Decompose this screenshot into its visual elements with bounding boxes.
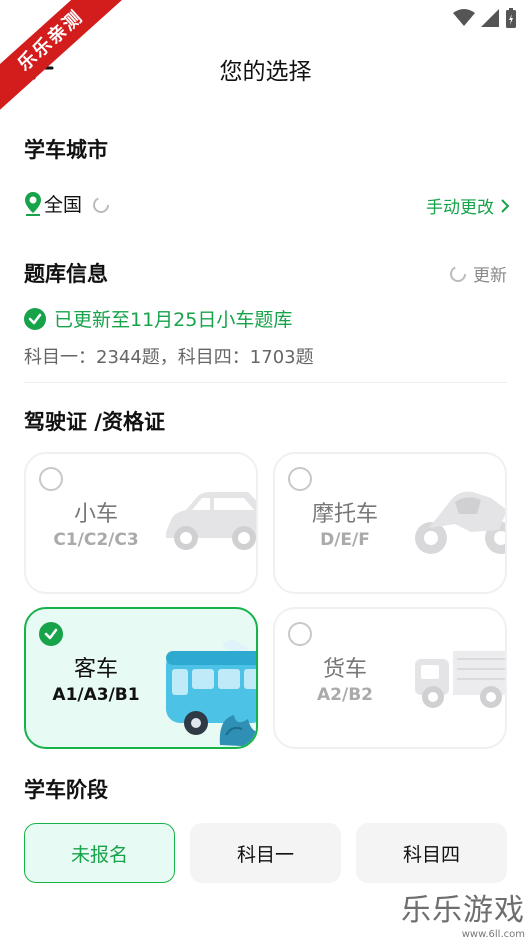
- signal-icon: [481, 9, 499, 27]
- stage-section-title: 学车阶段: [24, 778, 108, 802]
- license-card-car[interactable]: 小车 C1/C2/C3: [24, 452, 258, 594]
- update-label: 更新: [473, 266, 507, 286]
- license-card-bus[interactable]: 客车 A1/A3/B1: [24, 607, 258, 749]
- wifi-icon: [453, 9, 475, 26]
- license-name: 摩托车: [311, 502, 378, 527]
- city-row: 全国 手动更改: [24, 190, 514, 220]
- city-section-title: 学车城市: [24, 138, 108, 162]
- page-title: 您的选择: [219, 59, 312, 85]
- license-section-title: 驾驶证 /资格证: [24, 410, 165, 434]
- refresh-icon[interactable]: [92, 196, 110, 214]
- location-pin-icon: [25, 191, 41, 216]
- bank-updated-text: 已更新至11月25日小车题库: [54, 309, 293, 331]
- city-location-label: 全国: [44, 194, 83, 216]
- bus-icon: [166, 640, 256, 747]
- check-circle-icon: [24, 307, 46, 330]
- brand-watermark: 乐乐游戏 www.6ll.com: [401, 885, 525, 940]
- license-name: 客车: [73, 657, 118, 682]
- chevron-right-icon: [501, 198, 510, 213]
- license-codes: A2/B2: [317, 685, 373, 705]
- divider: [24, 382, 507, 383]
- question-counts: 科目一：2344题，科目四：1703题: [24, 347, 314, 368]
- brand-name: 乐乐游戏: [401, 893, 525, 928]
- manual-change-label: 手动更改: [426, 198, 494, 218]
- bank-section-title: 题库信息: [24, 262, 108, 286]
- stage-options: 未报名 科目一 科目四: [24, 823, 507, 883]
- refresh-icon: [450, 265, 466, 282]
- motorcycle-icon: [415, 491, 505, 554]
- license-codes: D/E/F: [320, 530, 370, 550]
- car-icon: [166, 492, 256, 550]
- bank-updated-status: 已更新至11月25日小车题库: [24, 305, 292, 332]
- title-bar: 您的选择: [0, 40, 531, 96]
- status-bar: [0, 0, 531, 34]
- radio-button[interactable]: [39, 467, 63, 491]
- stage-option-unregistered[interactable]: 未报名: [24, 823, 175, 883]
- brand-url: www.6ll.com: [461, 929, 525, 940]
- stage-option-subject-four[interactable]: 科目四: [356, 823, 507, 883]
- license-card-motorcycle[interactable]: 摩托车 D/E/F: [273, 452, 507, 594]
- battery-icon: [506, 8, 516, 28]
- license-codes: A1/A3/B1: [52, 685, 140, 705]
- radio-button[interactable]: [288, 622, 312, 646]
- license-name: 小车: [73, 502, 118, 527]
- check-icon: [44, 628, 58, 640]
- update-button[interactable]: 更新: [449, 261, 507, 286]
- radio-button-checked[interactable]: [39, 622, 63, 646]
- stage-option-subject-one[interactable]: 科目一: [190, 823, 341, 883]
- license-codes: C1/C2/C3: [53, 530, 139, 550]
- city-location: 全国: [24, 190, 82, 217]
- manual-change-link[interactable]: 手动更改: [426, 193, 510, 218]
- radio-button[interactable]: [288, 467, 312, 491]
- truck-icon: [415, 651, 505, 708]
- license-card-truck[interactable]: 货车 A2/B2: [273, 607, 507, 749]
- license-name: 货车: [322, 657, 367, 682]
